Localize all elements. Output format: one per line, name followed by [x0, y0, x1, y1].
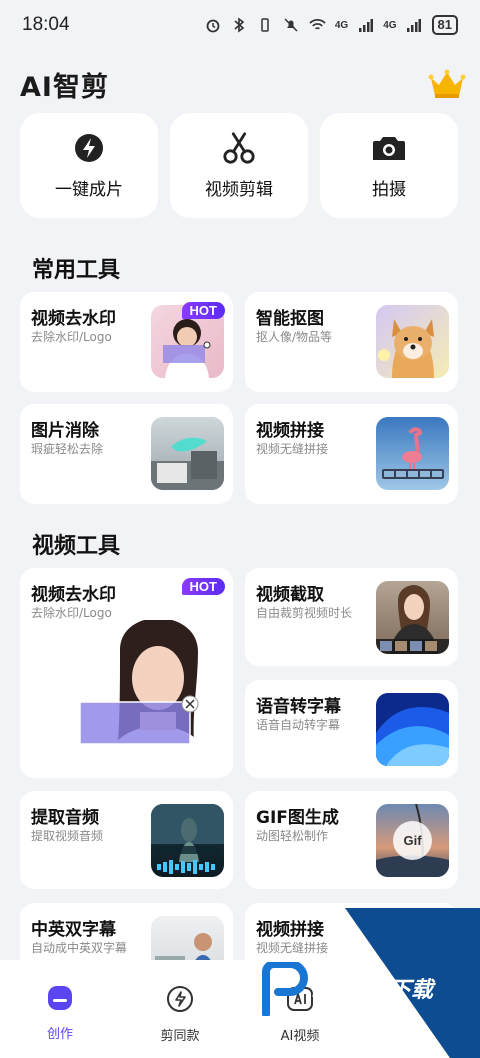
tool-title: 图片消除 [31, 421, 99, 441]
tool-title: 提取音频 [31, 808, 99, 828]
tool-title: 中英双字幕 [31, 920, 116, 940]
one-click-video-button[interactable]: 一键成片 [20, 113, 158, 218]
mute-icon [283, 17, 300, 34]
bluetooth-icon [231, 17, 248, 34]
scissors-icon [222, 131, 256, 165]
gif-label: Gif [393, 821, 432, 860]
tool-thumbnail [376, 417, 449, 490]
tool-thumbnail [79, 618, 233, 778]
hot-badge: HOT [181, 302, 225, 319]
tool-thumbnail: Gif [376, 804, 449, 877]
battery-indicator: 81 [431, 15, 458, 35]
signal-icon [406, 17, 423, 34]
tool-card-image-eraser[interactable]: 图片消除 瑕疵轻松去除 [20, 404, 233, 504]
tool-thumbnail [151, 804, 224, 877]
shoot-button[interactable]: 拍摄 [320, 113, 458, 218]
tool-subtitle: 去除水印/Logo [31, 330, 112, 344]
section-title-video: 视频工具 [32, 534, 121, 559]
camera-icon [372, 131, 406, 165]
tool-card-extract-audio[interactable]: 提取音频 提取视频音频 [20, 791, 233, 889]
tool-thumbnail [376, 581, 449, 654]
signal-1-label: 4G [334, 19, 349, 31]
tool-title: 视频去水印 [31, 585, 116, 605]
tool-title: 视频截取 [256, 585, 324, 605]
tool-subtitle: 动图轻松制作 [256, 829, 329, 843]
tool-subtitle: 去除水印/Logo [31, 606, 112, 620]
tool-title: GIF图生成 [256, 808, 339, 828]
lightning-icon [72, 131, 106, 165]
watermark-logo-icon [262, 962, 308, 1016]
section-title-common: 常用工具 [32, 258, 121, 283]
tool-card-video-trim[interactable]: 视频截取 自由裁剪视频时长 [245, 568, 458, 666]
action-label: 拍摄 [372, 180, 406, 200]
tool-card-video-watermark[interactable]: 视频去水印 去除水印/Logo HOT [20, 292, 233, 392]
vibrate-icon [257, 17, 274, 34]
status-bar: 18:04 4G 4G 81 [0, 0, 480, 50]
alarm-icon [205, 17, 222, 34]
tool-card-smart-cutout[interactable]: 智能抠图 抠人像/物品等 [245, 292, 458, 392]
tool-thumbnail [376, 693, 449, 766]
status-icons: 4G 4G 81 [205, 15, 458, 35]
app-title: AI智剪 [20, 71, 109, 103]
tool-subtitle: 自由裁剪视频时长 [256, 606, 353, 620]
tool-title: 智能抠图 [256, 309, 324, 329]
signal-icon [357, 17, 374, 34]
create-icon [46, 984, 74, 1016]
tool-title: 语音转字幕 [256, 697, 341, 717]
tab-templates[interactable]: 剪同款 [120, 960, 240, 1058]
tool-thumbnail [151, 417, 224, 490]
app-header: AI智剪 [20, 62, 466, 106]
action-label: 视频剪辑 [205, 180, 273, 200]
video-edit-button[interactable]: 视频剪辑 [170, 113, 308, 218]
tool-title: 视频拼接 [256, 421, 324, 441]
tool-subtitle: 语音自动转字幕 [256, 718, 341, 732]
tool-subtitle: 瑕疵轻松去除 [31, 442, 104, 456]
tool-subtitle: 抠人像/物品等 [256, 330, 333, 344]
watermark-sub: PCPOP Download [338, 999, 404, 1008]
tab-label: 创作 [46, 1027, 73, 1042]
tab-create[interactable]: 创作 [0, 960, 120, 1058]
tool-subtitle: 自动成中英双字幕 [31, 941, 128, 955]
tab-label: 剪同款 [160, 1029, 200, 1044]
tool-subtitle: 视频无缝拼接 [256, 442, 329, 456]
template-icon [165, 984, 195, 1018]
status-time: 18:04 [22, 14, 70, 35]
tool-card-gif-maker[interactable]: GIF图生成 动图轻松制作 Gif [245, 791, 458, 889]
wifi-icon [309, 17, 326, 34]
hot-badge: HOT [181, 578, 225, 595]
tool-card-speech-to-subtitle[interactable]: 语音转字幕 语音自动转字幕 [245, 680, 458, 778]
quick-actions: 一键成片 视频剪辑 拍摄 [20, 113, 458, 218]
tool-card-video-merge[interactable]: 视频拼接 视频无缝拼接 [245, 404, 458, 504]
tool-subtitle: 提取视频音频 [31, 829, 104, 843]
tool-card-video-watermark-large[interactable]: 视频去水印 去除水印/Logo HOT [20, 568, 233, 778]
tool-title: 视频去水印 [31, 309, 116, 329]
tool-thumbnail [376, 305, 449, 378]
signal-2-label: 4G [383, 19, 397, 31]
crown-icon[interactable] [428, 68, 466, 100]
action-label: 一键成片 [55, 180, 123, 200]
